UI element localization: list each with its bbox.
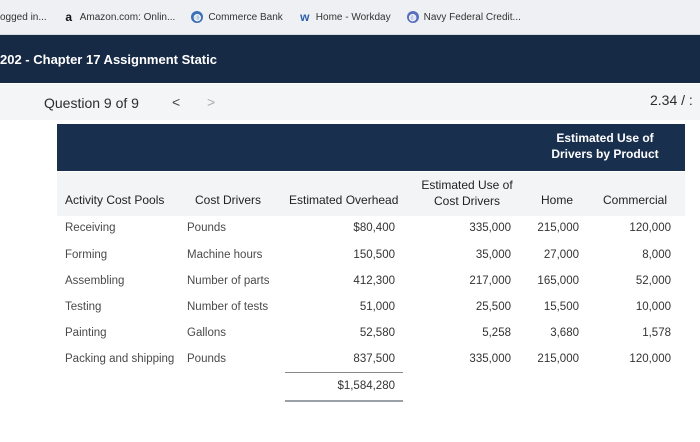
column-header-estimated-overhead: Estimated Overhead (289, 193, 399, 207)
column-header-cost-drivers: Cost Drivers (195, 193, 262, 207)
cell-commercial: 52,000 (635, 275, 671, 287)
bookmark-workday[interactable]: w Home - Workday (299, 11, 391, 23)
column-header-activity-cost-pools: Activity Cost Pools (65, 193, 165, 207)
cell-estimated-use: 335,000 (469, 353, 511, 365)
cell-commercial: 8,000 (642, 249, 671, 261)
previous-question-button[interactable]: < (172, 94, 180, 110)
cell-estimated-use: 217,000 (469, 275, 511, 287)
cell-pool: Assembling (65, 275, 125, 287)
cell-overhead: 412,300 (353, 275, 395, 287)
cell-estimated-use: 335,000 (469, 222, 511, 234)
cell-commercial: 1,578 (642, 327, 671, 339)
cell-commercial: 120,000 (629, 222, 671, 234)
cell-pool: Receiving (65, 222, 116, 234)
score-display: 2.34 / : (650, 92, 693, 108)
cell-estimated-use: 25,500 (475, 301, 511, 313)
cell-home: 165,000 (537, 275, 579, 287)
cell-overhead: 52,580 (359, 327, 395, 339)
table-row: Packing and shipping Pounds 837,500 335,… (57, 347, 685, 373)
workday-icon: w (300, 10, 310, 24)
cell-estimated-use: 5,258 (482, 327, 511, 339)
table-row: Assembling Number of parts 412,300 217,0… (57, 269, 685, 295)
cell-home: 215,000 (537, 222, 579, 234)
cell-commercial: 120,000 (629, 353, 671, 365)
cell-overhead: 837,500 (353, 353, 395, 365)
cell-estimated-use: 35,000 (475, 249, 511, 261)
cell-driver: Number of parts (187, 275, 270, 287)
bookmark-commerce-bank[interactable]: ◍ Commerce Bank (191, 11, 283, 23)
cell-home: 27,000 (543, 249, 579, 261)
bookmarks-bar: ogged in... a Amazon.com: Onlin... ◍ Com… (0, 0, 700, 35)
cell-driver: Gallons (187, 327, 226, 339)
bookmark-label: ogged in... (0, 11, 47, 23)
table-row: Painting Gallons 52,580 5,258 3,680 1,57… (57, 321, 685, 347)
cell-home: 3,680 (550, 327, 579, 339)
sum-rule (285, 372, 403, 373)
next-question-button[interactable]: > (207, 94, 215, 110)
cost-data-table: Estimated Use of Drivers by Product Acti… (57, 124, 685, 424)
table-row: Receiving Pounds $80,400 335,000 215,000… (57, 216, 685, 242)
cell-driver: Machine hours (187, 249, 263, 261)
question-label: Question 9 of 9 (44, 95, 139, 111)
total-double-rule (285, 400, 403, 402)
cell-commercial: 10,000 (635, 301, 671, 313)
cell-pool: Painting (65, 327, 107, 339)
cell-home: 15,500 (543, 301, 579, 313)
column-header-estimated-use: Estimated Use of Cost Drivers (421, 178, 513, 208)
cell-driver: Number of tests (187, 301, 269, 313)
globe-icon: ◍ (191, 11, 204, 23)
column-header-home: Home (541, 193, 574, 207)
cell-overhead: 51,000 (359, 301, 395, 313)
table-row: Forming Machine hours 150,500 35,000 27,… (57, 243, 685, 269)
cell-home: 215,000 (537, 353, 579, 365)
course-header: 202 - Chapter 17 Assignment Static (0, 35, 700, 83)
course-title: 202 - Chapter 17 Assignment Static (0, 51, 217, 67)
group-header-estimated-use-by-product: Estimated Use of Drivers by Product (551, 131, 659, 161)
bookmark-label: Navy Federal Credit... (423, 11, 521, 23)
cell-pool: Forming (65, 249, 108, 261)
bookmark-label: Home - Workday (315, 11, 391, 23)
table-header-row: Activity Cost Pools Cost Drivers Estimat… (57, 172, 685, 216)
cell-driver: Pounds (187, 353, 227, 365)
question-nav: Question 9 of 9 < > 2.34 / : (0, 84, 700, 120)
cell-pool: Testing (65, 301, 102, 313)
cell-overhead: $80,400 (353, 222, 395, 234)
cell-driver: Pounds (187, 222, 227, 234)
total-overhead: $1,584,280 (337, 380, 395, 392)
cell-pool: Packing and shipping (65, 353, 175, 365)
amazon-icon: a (65, 10, 73, 24)
bookmark-navy-federal[interactable]: ◍ Navy Federal Credit... (406, 11, 521, 23)
bookmark-logged-in[interactable]: ogged in... (0, 12, 47, 23)
column-header-commercial: Commercial (603, 193, 668, 207)
bookmark-amazon[interactable]: a Amazon.com: Onlin... (63, 10, 176, 24)
globe-icon: ◍ (406, 11, 419, 23)
table-row: Testing Number of tests 51,000 25,500 15… (57, 295, 685, 321)
bookmark-label: Amazon.com: Onlin... (79, 11, 176, 23)
cell-overhead: 150,500 (353, 249, 395, 261)
bookmark-label: Commerce Bank (208, 11, 283, 23)
